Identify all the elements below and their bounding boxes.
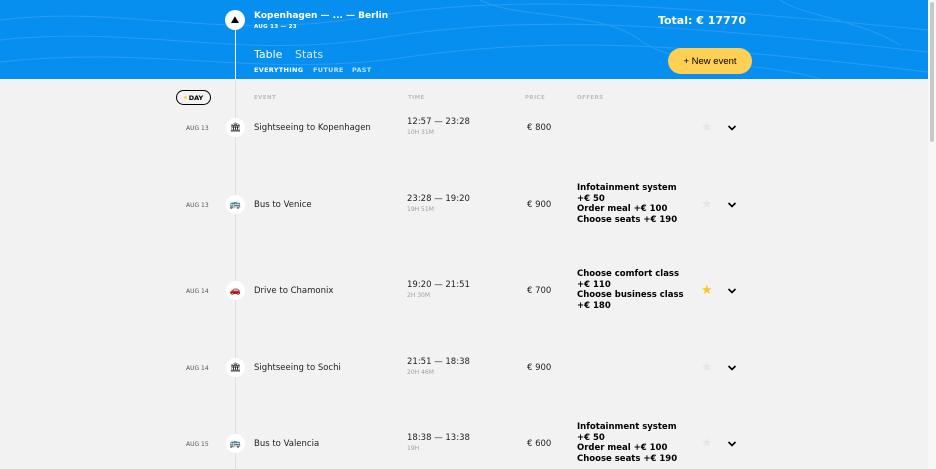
filter-past[interactable]: PAST (352, 66, 372, 74)
event-title[interactable]: Sightseeing to Sochi (254, 363, 341, 373)
trip-total: Total: € 17770 (657, 14, 746, 27)
chevron-down-icon[interactable] (727, 286, 737, 296)
column-time[interactable]: TIME (408, 95, 425, 101)
sort-day-label: DAY (188, 93, 204, 102)
column-event: EVENT (254, 95, 277, 101)
event-price: € 900 (527, 363, 552, 373)
favorite-star-icon[interactable]: ★ (701, 284, 713, 297)
event-time: 21:51 — 18:38 (407, 357, 470, 367)
trip-dates: AUG 13 — 23 (254, 24, 297, 30)
sort-day-button[interactable]: DAY (176, 90, 211, 105)
favorite-star-icon[interactable]: ★ (701, 361, 713, 374)
sort-active-dot (183, 96, 187, 99)
bus-icon: 🚌 (229, 199, 242, 210)
event-price: € 600 (527, 439, 552, 449)
event-title[interactable]: Sightseeing to Kopenhagen (254, 123, 371, 133)
event-offers: Choose comfort class +€ 110 Choose busine… (577, 269, 685, 311)
tab-stats[interactable]: Stats (295, 48, 323, 61)
event-date: AUG 15 (186, 441, 209, 448)
event-type-badge: 🚗 (226, 281, 245, 300)
column-price[interactable]: PRICE (525, 95, 545, 101)
event-date: AUG 14 (186, 288, 209, 295)
offer-item: Choose business class +€ 180 (577, 290, 684, 311)
bus-icon: 🚌 (229, 438, 242, 449)
event-duration: 19H 51M (407, 206, 434, 213)
event-time: 18:38 — 13:38 (407, 433, 470, 443)
event-title[interactable]: Bus to Valencia (254, 439, 319, 449)
filter-future[interactable]: FUTURE (313, 66, 344, 74)
event-duration: 19H (407, 445, 420, 452)
trip-title: Kopenhagen — ... — Berlin (254, 11, 389, 21)
sightseeing-icon: 🏛 (229, 362, 242, 373)
event-offers: Infotainment system +€ 50 Order meal +€ 1… (577, 183, 685, 225)
offer-item: Infotainment system +€ 50 (577, 183, 677, 204)
chevron-down-icon[interactable] (727, 200, 737, 210)
filter-everything[interactable]: EVERYTHING (254, 66, 303, 74)
favorite-star-icon[interactable]: ★ (701, 121, 713, 134)
offer-item: Choose comfort class +€ 110 (577, 269, 680, 290)
event-title[interactable]: Drive to Chamonix (254, 286, 333, 296)
offer-item: Order meal +€ 100 (577, 443, 668, 453)
event-time: 23:28 — 19:20 (407, 194, 470, 204)
tab-table[interactable]: Table (254, 48, 282, 61)
trip-header: ⛰ Kopenhagen — ... — Berlin AUG 13 — 23 … (0, 0, 928, 79)
event-date: AUG 13 (186, 125, 209, 132)
scrollbar-thumb[interactable] (930, 2, 934, 142)
car-icon: 🚗 (229, 285, 242, 296)
chevron-down-icon[interactable] (727, 123, 737, 133)
sightseeing-icon: 🏛 (229, 122, 242, 133)
offer-item: Order meal +€ 100 (577, 204, 668, 214)
favorite-star-icon[interactable]: ★ (701, 437, 713, 450)
event-type-badge: 🚌 (226, 434, 245, 453)
event-duration: 20H 46M (407, 369, 434, 376)
scrollbar[interactable] (928, 0, 936, 469)
event-duration: 2H 30M (407, 292, 431, 299)
event-date: AUG 13 (186, 202, 209, 209)
event-type-badge: 🏛 (226, 118, 245, 137)
event-type-badge: 🏛 (226, 358, 245, 377)
chevron-down-icon[interactable] (727, 439, 737, 449)
mountain-icon: ⛰ (230, 14, 240, 26)
event-price: € 800 (527, 123, 552, 133)
event-price: € 700 (527, 286, 552, 296)
offer-item: Choose seats +€ 190 (577, 453, 678, 464)
new-event-button[interactable]: + New event (668, 48, 752, 74)
trip-logo: ⛰ (225, 10, 245, 30)
event-type-badge: 🚌 (226, 195, 245, 214)
event-duration: 10H 31M (407, 129, 434, 136)
chevron-down-icon[interactable] (727, 363, 737, 373)
timeline-line (235, 79, 236, 469)
event-offers: Infotainment system +€ 50 Order meal +€ 1… (577, 422, 685, 464)
event-date: AUG 14 (186, 365, 209, 372)
event-time: 19:20 — 21:51 (407, 280, 470, 290)
favorite-star-icon[interactable]: ★ (701, 198, 713, 211)
offer-item: Infotainment system +€ 50 (577, 422, 677, 443)
timeline-line-top (235, 30, 236, 79)
event-price: € 900 (527, 200, 552, 210)
topographic-pattern (0, 0, 928, 79)
offer-item: Choose seats +€ 190 (577, 214, 678, 225)
event-title[interactable]: Bus to Venice (254, 200, 312, 210)
column-offers: OFFERS (577, 95, 604, 101)
event-time: 12:57 — 23:28 (407, 117, 470, 127)
